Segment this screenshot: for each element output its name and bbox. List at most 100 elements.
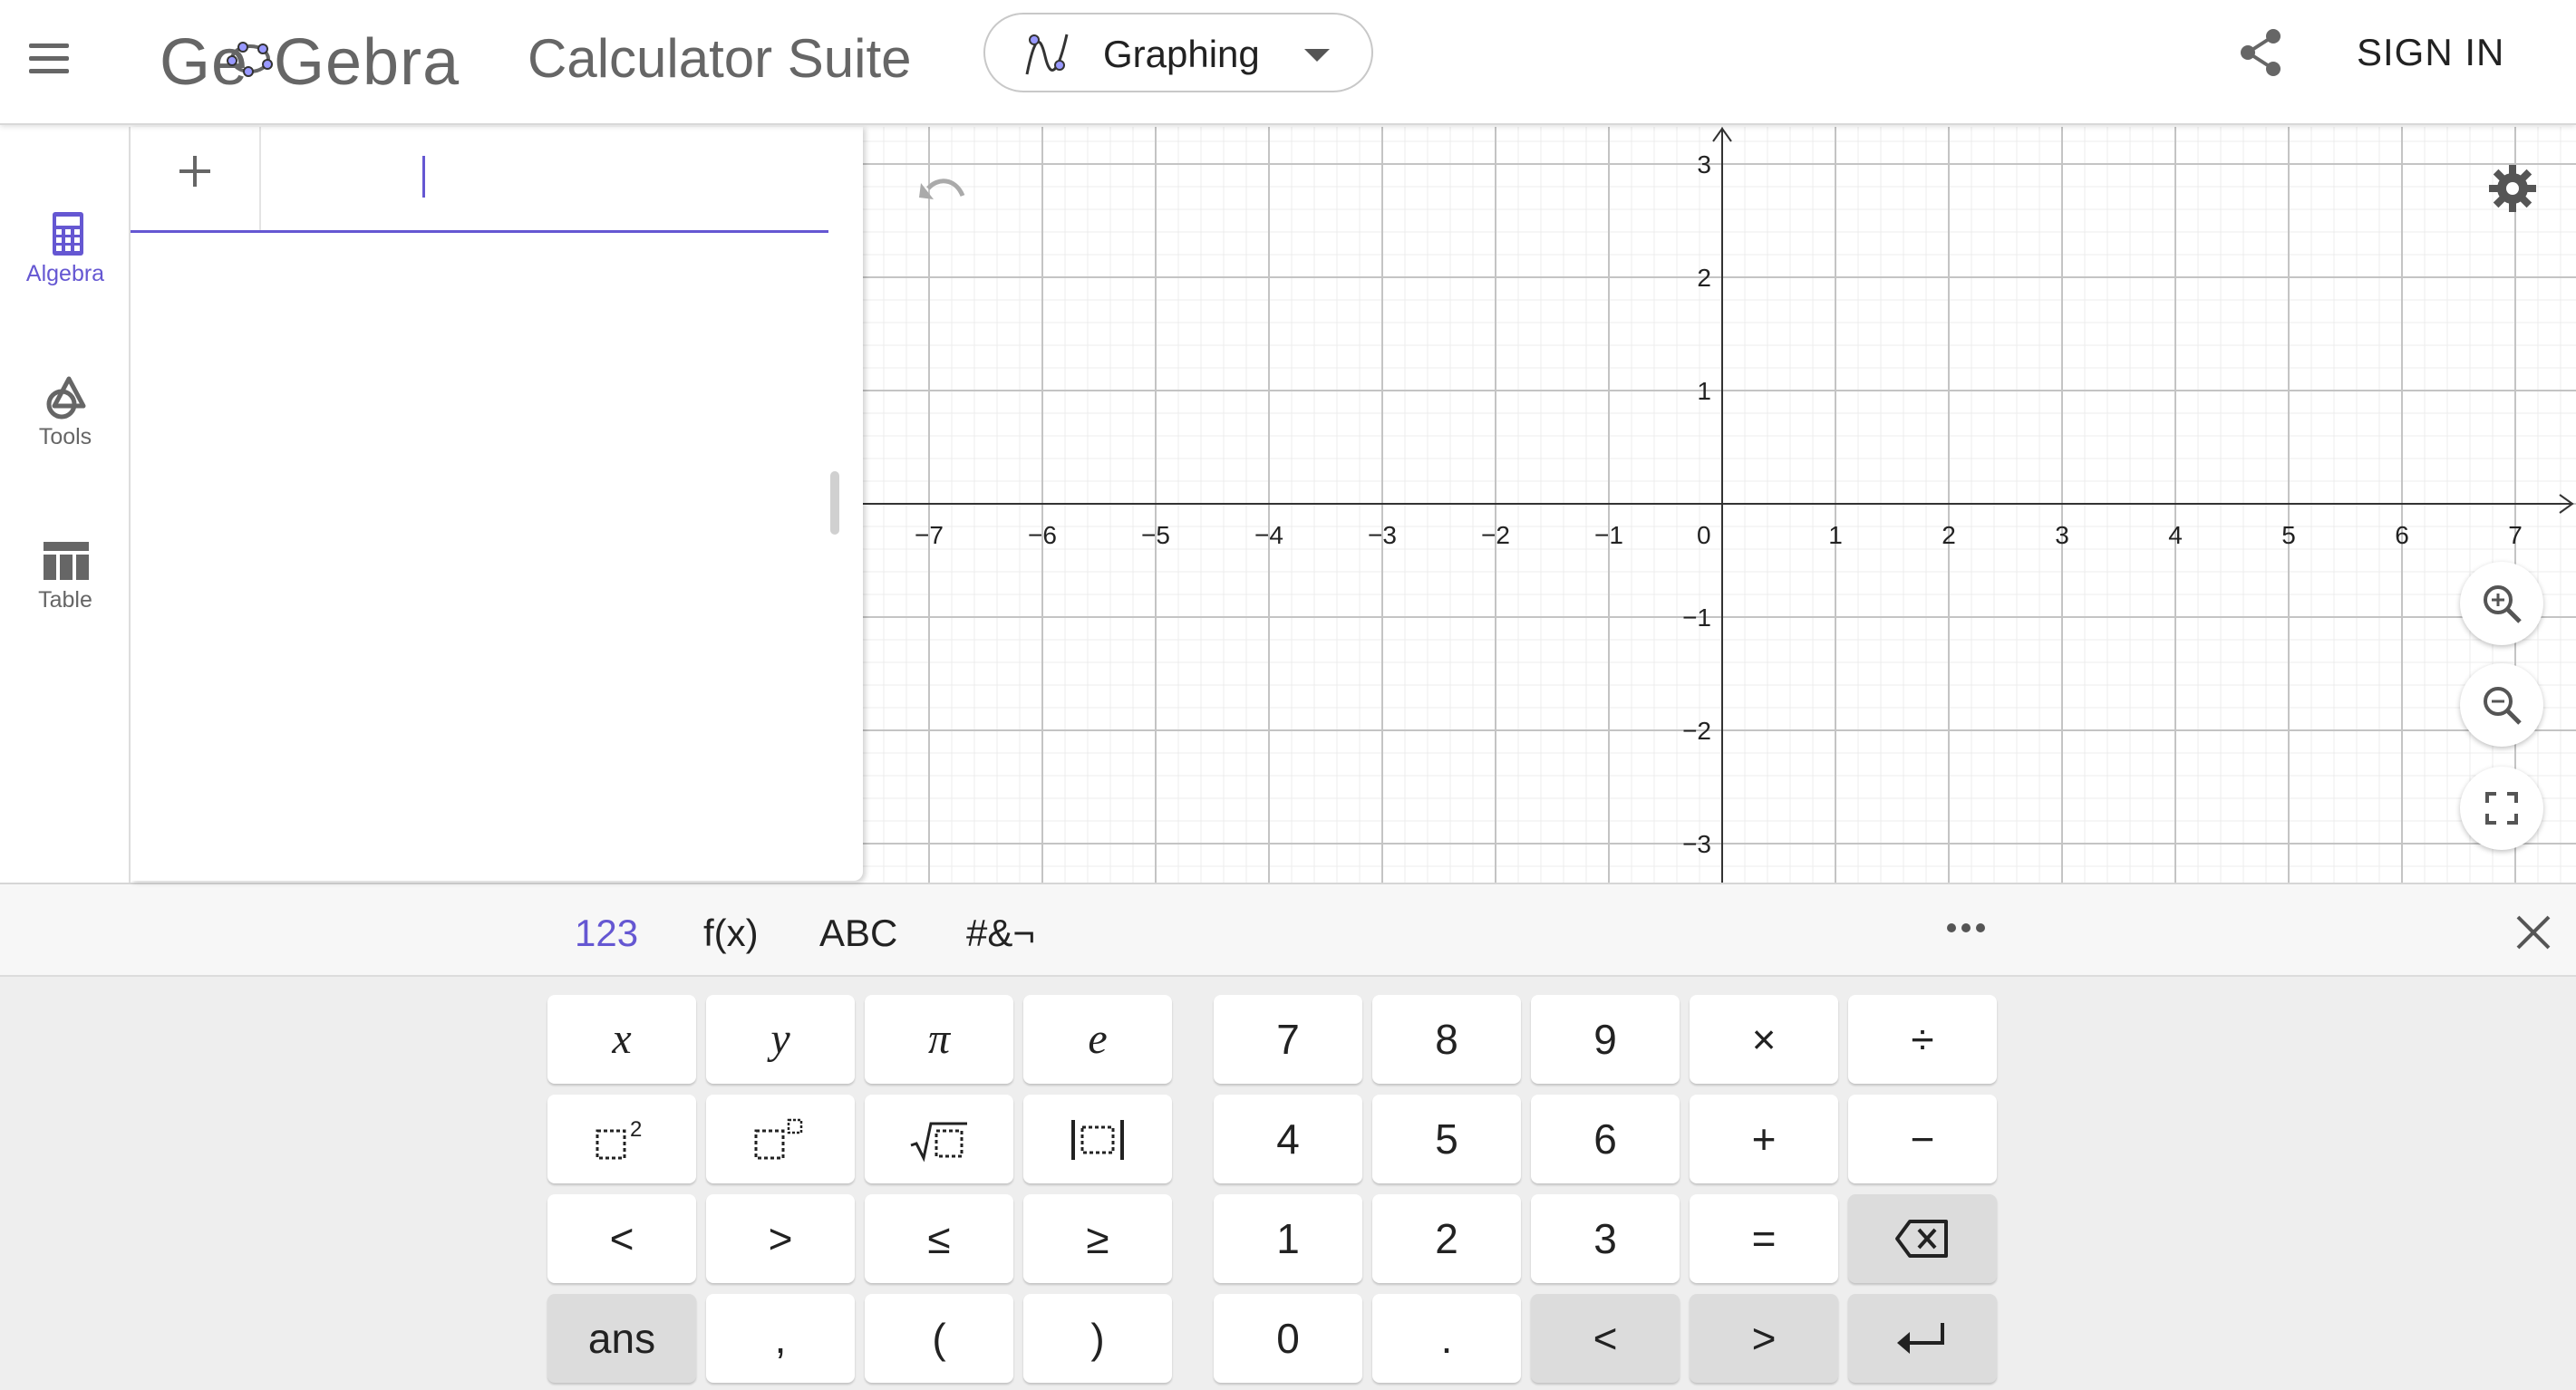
key-2[interactable]: 2 [1372,1194,1521,1283]
key-y[interactable]: y [706,995,855,1084]
key-cursor-left[interactable]: < [1531,1294,1680,1383]
zoom-in-icon [2484,585,2522,623]
key-0[interactable]: 0 [1214,1294,1362,1383]
add-item-icon[interactable] [172,149,218,194]
close-icon[interactable] [2513,912,2554,953]
key-8[interactable]: 8 [1372,995,1521,1084]
key-abs[interactable] [1023,1095,1172,1183]
sqrt-icon [910,1122,967,1163]
x-tick-label: −3 [1368,521,1397,549]
key-open-paren[interactable]: ( [865,1294,1013,1383]
tab-abc[interactable]: ABC [819,912,897,955]
key-3[interactable]: 3 [1531,1194,1680,1283]
keyboard-tab-bar: 123 f(x) ABC #&¬ [0,884,2576,977]
x-tick-label: 3 [2055,521,2069,549]
algebra-view [131,127,863,881]
x-tick-label: 6 [2395,521,2409,549]
key-5[interactable]: 5 [1372,1095,1521,1183]
sidebar-item-algebra[interactable]: Algebra [0,212,131,341]
key-x[interactable]: x [547,995,696,1084]
left-sidebar: Algebra Tools Table [0,127,131,883]
x-tick-label: −1 [1594,521,1623,549]
tab-123[interactable]: 123 [575,912,638,955]
shapes-icon [46,376,86,420]
virtual-keyboard: 123 f(x) ABC #&¬ x y π e 2 < > ≤ ≥ ans ,… [0,883,2576,1390]
graphics-view[interactable]: −7 −6 −5 −4 −3 −2 −1 0 1 2 3 4 5 6 7 3 2 1 −1 −2 −3 [863,127,2576,883]
calculator-icon [53,212,83,256]
y-tick-label: −3 [1682,830,1711,858]
y-tick-label: 1 [1697,377,1711,405]
sign-in-button[interactable]: SIGN IN [2357,24,2504,82]
x-tick-label: 2 [1942,521,1956,549]
x-tick-label: −4 [1254,521,1283,549]
geogebra-logo: Ge Gebra [160,18,586,101]
key-divide[interactable]: ÷ [1848,995,1997,1084]
key-decimal[interactable]: . [1372,1294,1521,1383]
key-comma[interactable]: , [706,1294,855,1383]
x-tick-label: 0 [1697,521,1711,549]
sidebar-item-label: Tools [38,424,92,449]
graphing-icon [1022,29,1072,84]
tab-functions[interactable]: f(x) [703,912,759,955]
app-picker-dropdown[interactable]: Graphing [983,13,1373,92]
app-picker-label: Graphing [1103,33,1260,75]
x-tick-label: 1 [1828,521,1843,549]
key-cursor-right[interactable]: > [1690,1294,1838,1383]
key-9[interactable]: 9 [1531,995,1680,1084]
key-power[interactable] [706,1095,855,1183]
gear-icon[interactable] [2487,163,2538,214]
input-underline [131,230,828,233]
enter-icon [1897,1323,1944,1354]
key-less-equal[interactable]: ≤ [865,1194,1013,1283]
key-6[interactable]: 6 [1531,1095,1680,1183]
key-backspace[interactable] [1848,1194,1997,1283]
sidebar-item-label: Algebra [25,261,105,286]
undo-icon[interactable] [915,169,970,214]
power-icon [754,1118,803,1160]
svg-text:2: 2 [630,1117,642,1142]
zoom-out-icon [2484,687,2522,725]
algebra-input[interactable] [261,127,959,232]
sidebar-item-tools[interactable]: Tools [0,376,131,504]
key-multiply[interactable]: × [1690,995,1838,1084]
key-pi[interactable]: π [865,995,1013,1084]
key-enter[interactable] [1848,1294,1997,1383]
share-icon[interactable] [2232,24,2290,82]
absolute-value-icon [1071,1120,1124,1160]
key-e[interactable]: e [1023,995,1172,1084]
tab-symbols[interactable]: #&¬ [966,912,1035,955]
key-4[interactable]: 4 [1214,1095,1362,1183]
zoom-in-button[interactable] [2460,562,2543,645]
key-7[interactable]: 7 [1214,995,1362,1084]
y-tick-label: −1 [1682,603,1711,632]
zoom-out-button[interactable] [2460,663,2543,747]
key-square[interactable]: 2 [547,1095,696,1183]
sidebar-item-table[interactable]: Table [0,540,131,667]
key-plus[interactable]: + [1690,1095,1838,1183]
algebra-resize-handle[interactable] [830,471,839,535]
y-tick-label: 3 [1697,150,1711,179]
fullscreen-icon [2485,792,2518,825]
menu-icon[interactable] [22,31,76,85]
key-1[interactable]: 1 [1214,1194,1362,1283]
key-close-paren[interactable]: ) [1023,1294,1172,1383]
key-equals[interactable]: = [1690,1194,1838,1283]
x-tick-label: 5 [2281,521,2296,549]
x-tick-label: −5 [1141,521,1170,549]
x-tick-label: 4 [2168,521,2183,549]
table-icon [44,542,89,580]
y-tick-label: −2 [1682,717,1711,745]
more-icon[interactable] [1945,919,1987,937]
key-minus[interactable]: − [1848,1095,1997,1183]
x-tick-label: −2 [1481,521,1510,549]
key-sqrt[interactable] [865,1095,1013,1183]
key-less-than[interactable]: < [547,1194,696,1283]
backspace-icon [1895,1220,1948,1258]
top-app-bar: Ge Gebra Calculator Suite Graphing SIGN … [0,0,2576,125]
sidebar-item-label: Table [38,587,92,613]
fullscreen-button[interactable] [2460,767,2543,850]
key-greater-equal[interactable]: ≥ [1023,1194,1172,1283]
key-greater-than[interactable]: > [706,1194,855,1283]
x-tick-label: −6 [1028,521,1057,549]
key-ans[interactable]: ans [547,1294,696,1383]
